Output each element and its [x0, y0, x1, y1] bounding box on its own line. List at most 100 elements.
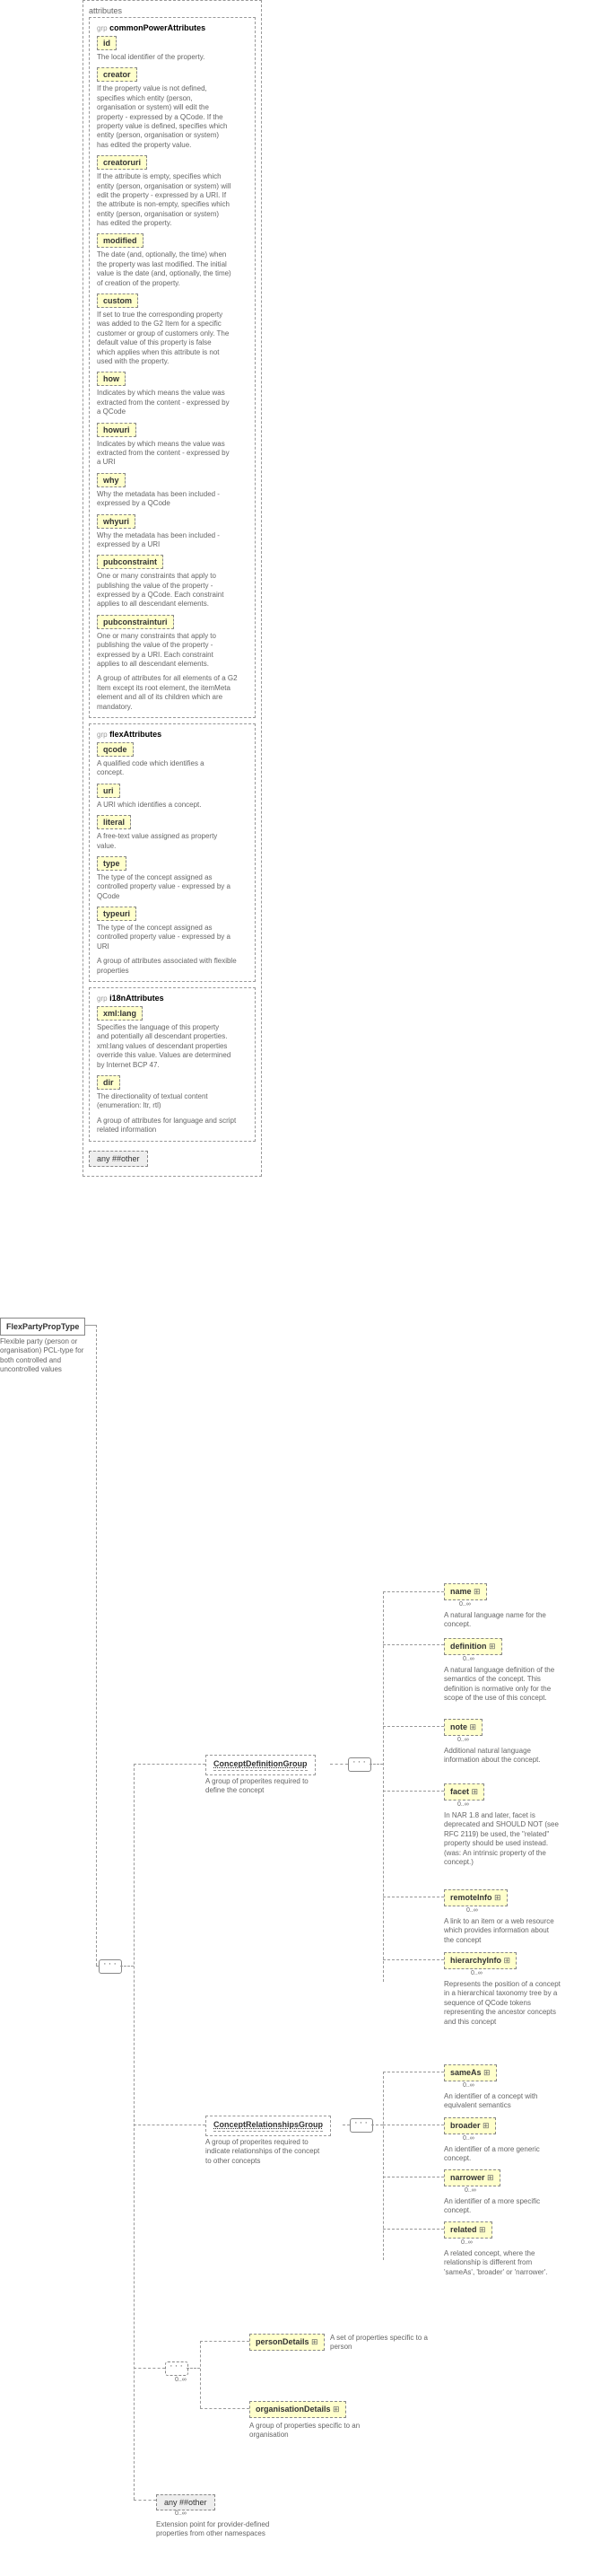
desc-sa: An identifier of a concept with equivale…	[444, 2092, 561, 2111]
group-i18n-desc: A group of attributes for language and s…	[97, 1117, 248, 1135]
c	[383, 2229, 444, 2230]
desc-hi: Represents the position of a concept in …	[444, 1980, 561, 2027]
elem-hierarchy: hierarchyInfo	[444, 1952, 517, 1969]
attr-item: howuriIndicates by which means the value…	[97, 423, 248, 468]
root-desc: Flexible party (person or organisation) …	[0, 1337, 90, 1375]
c	[120, 1966, 134, 1967]
seq-main	[99, 1959, 122, 1974]
attr-item: dir The directionality of textual content…	[97, 1075, 248, 1111]
attributes-label: attributes	[89, 6, 256, 15]
elem-definition: definition	[444, 1638, 502, 1655]
group-flex: grp flexAttributes qcodeA qualified code…	[89, 723, 256, 982]
card-pd-seq: 0..∞	[175, 2377, 187, 2383]
group-common-title: grp commonPowerAttributes	[97, 23, 248, 32]
attr-desc: Why the metadata has been included - exp…	[97, 490, 231, 509]
group-flex-desc: A group of attributes associated with fl…	[97, 957, 248, 976]
card-sa: 0..∞	[463, 2082, 474, 2089]
attr-name: modified	[97, 233, 143, 248]
seq-crg	[350, 2118, 373, 2133]
card-name: 0..∞	[459, 1601, 471, 1608]
group-common-desc: A group of attributes for all elements o…	[97, 674, 248, 712]
any-other-ext: any ##other	[156, 2494, 215, 2510]
cdg-title: ConceptDefinitionGroup	[213, 1759, 308, 1771]
attr-item: creatorIf the property value is not defi…	[97, 67, 248, 150]
elem-narrower: narrower	[444, 2169, 500, 2186]
attr-name: how	[97, 372, 126, 386]
c	[200, 2408, 249, 2410]
attr-item: qcodeA qualified code which identifies a…	[97, 742, 248, 778]
attr-desc: One or many constraints that apply to pu…	[97, 632, 231, 670]
attr-desc: A URI which identifies a concept.	[97, 801, 231, 810]
elem-related: related	[444, 2221, 492, 2239]
desc-pd: A set of properties specific to a person	[330, 2334, 429, 2353]
attr-desc: The local identifier of the property.	[97, 53, 231, 62]
attr-desc: A free-text value assigned as property v…	[97, 832, 231, 851]
attr-item: idThe local identifier of the property.	[97, 36, 248, 62]
attr-item: uri A URI which identifies a concept.	[97, 784, 248, 810]
attr-name: custom	[97, 294, 138, 308]
root-type-name: FlexPartyPropType	[6, 1322, 79, 1331]
group-common: grp commonPowerAttributes idThe local id…	[89, 17, 256, 718]
group-i18n: grp i18nAttributes xml:langSpecifies the…	[89, 987, 256, 1142]
c	[200, 2341, 202, 2408]
attr-desc: The type of the concept assigned as cont…	[97, 924, 231, 951]
elem-name: name	[444, 1583, 487, 1600]
root-type: FlexPartyPropType	[0, 1318, 85, 1336]
elem-note: note	[444, 1719, 483, 1736]
attr-name: why	[97, 473, 126, 487]
attr-name: type	[97, 856, 126, 871]
attr-item: typeuri The type of the concept assigned …	[97, 907, 248, 951]
c	[134, 2125, 205, 2126]
attributes-box: attributes grp commonPowerAttributes idT…	[83, 0, 262, 1177]
seq-pd	[165, 2361, 188, 2376]
attr-item: creatoruriIf the attribute is empty, spe…	[97, 155, 248, 228]
conn	[85, 1325, 96, 1327]
c	[96, 1966, 100, 1967]
c	[134, 2368, 165, 2370]
attr-name: dir	[97, 1075, 120, 1090]
attr-name: typeuri	[97, 907, 136, 921]
c	[383, 1591, 444, 1593]
card-br: 0..∞	[463, 2135, 474, 2142]
attr-name: pubconstraint	[97, 555, 163, 569]
c	[330, 1764, 348, 1766]
desc-br: An identifier of a more generic concept.	[444, 2145, 561, 2164]
any-other-attr: any ##other	[89, 1151, 148, 1167]
attr-name: uri	[97, 784, 120, 798]
desc-note: Additional natural language information …	[444, 1747, 561, 1766]
attr-desc: Why the metadata has been included - exp…	[97, 531, 231, 550]
card-def: 0..∞	[463, 1656, 474, 1662]
desc-name: A natural language name for the concept.	[444, 1611, 561, 1630]
attr-name: literal	[97, 815, 131, 829]
elem-sameAs: sameAs	[444, 2064, 497, 2081]
seq-cdg	[348, 1757, 371, 1772]
c	[383, 2125, 444, 2126]
attr-name: creatoruri	[97, 155, 147, 170]
c	[96, 1325, 98, 1966]
crg-desc: A group of properites required to indica…	[205, 2138, 322, 2166]
attr-item: pubconstraintOne or many constraints tha…	[97, 555, 248, 609]
c	[187, 2368, 200, 2370]
attr-desc: Indicates by which means the value was e…	[97, 389, 231, 416]
elem-broader: broader	[444, 2117, 496, 2134]
attr-item: literal A free-text value assigned as pro…	[97, 815, 248, 851]
c	[383, 1644, 444, 1646]
card-ri: 0..∞	[466, 1907, 478, 1914]
desc-facet: In NAR 1.8 and later, facet is deprecate…	[444, 1811, 561, 1867]
attr-name: creator	[97, 67, 137, 82]
c	[383, 1791, 444, 1792]
attr-desc: Specifies the language of this property …	[97, 1023, 231, 1070]
attr-name: whyuri	[97, 514, 135, 529]
desc-od: A group of properties specific to an org…	[249, 2422, 375, 2440]
crg-title: ConceptRelationshipsGroup	[213, 2120, 323, 2132]
attr-desc: The type of the concept assigned as cont…	[97, 873, 231, 901]
c	[370, 1764, 383, 1766]
attr-desc: The date (and, optionally, the time) whe…	[97, 250, 231, 288]
attr-desc: The directionality of textual content (e…	[97, 1092, 231, 1111]
elem-personDetails: personDetails	[249, 2334, 325, 2351]
concept-rel-group: ConceptRelationshipsGroup	[205, 2116, 331, 2136]
c	[383, 2072, 385, 2260]
desc-na: An identifier of a more specific concept…	[444, 2197, 561, 2216]
elem-facet: facet	[444, 1783, 484, 1801]
card-other: 0..∞	[175, 2510, 187, 2517]
